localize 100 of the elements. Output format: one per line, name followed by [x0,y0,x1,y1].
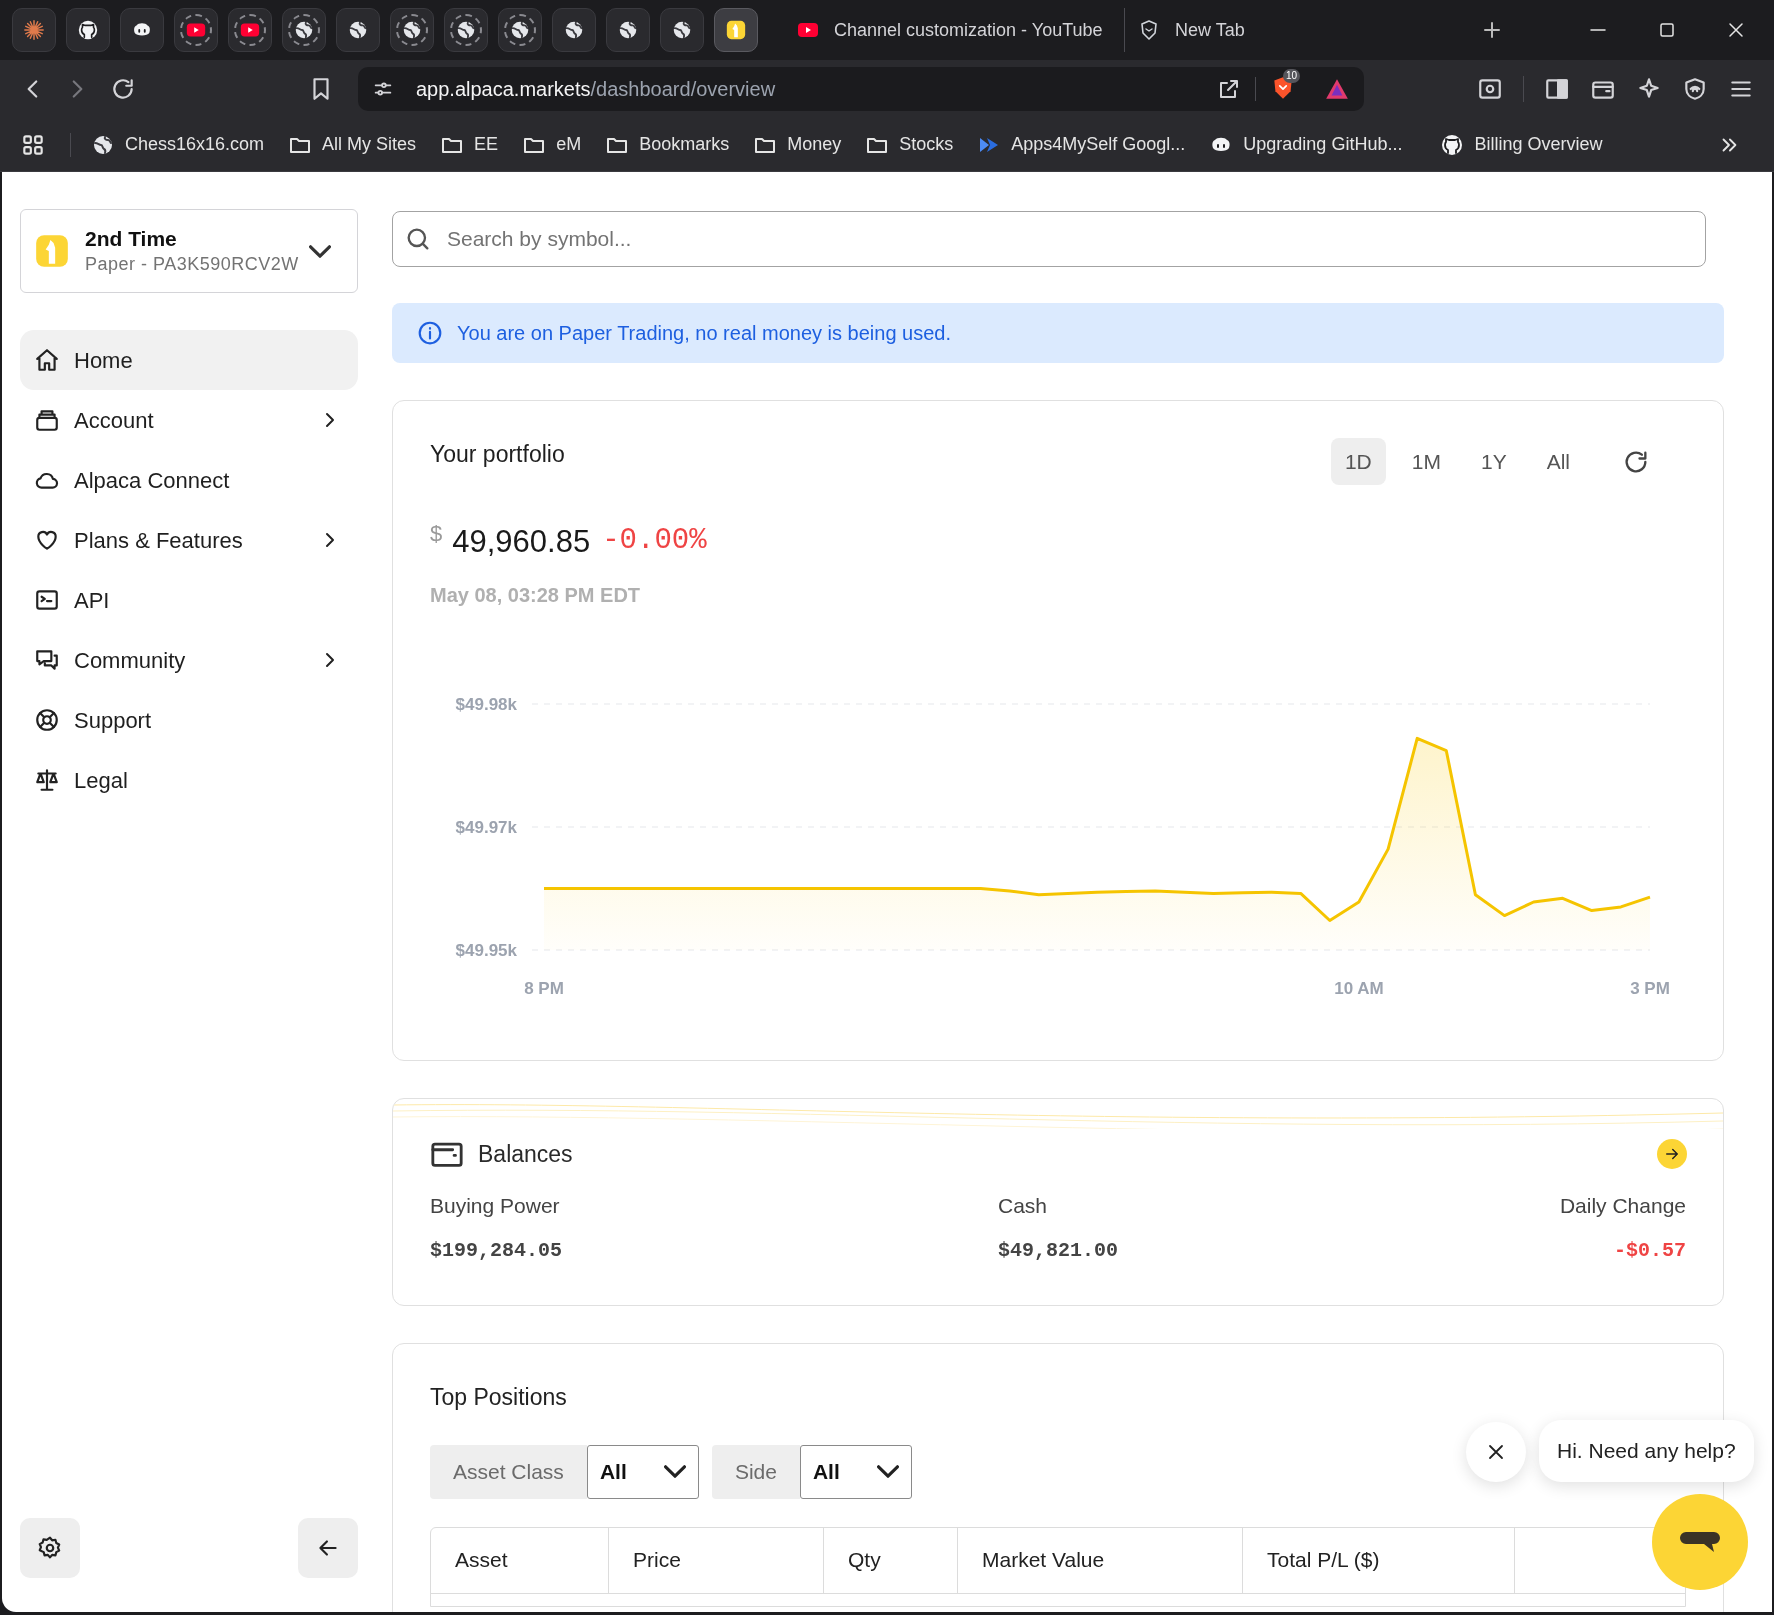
range-tab[interactable]: 1M [1397,438,1455,485]
nav-item[interactable]: Community [20,630,358,690]
chevron-down-icon [309,244,331,258]
alpaca-logo-icon [33,232,71,270]
account-id: Paper - PA3K590RCV2W [85,253,299,276]
balance-value: $199,284.05 [430,1238,564,1264]
bookmark[interactable]: All My Sites [288,131,417,158]
axis-label: 10 AM [1334,978,1384,998]
axis-label: $49.95k [455,940,517,960]
cat-icon [77,19,99,41]
pinned-tab[interactable] [120,8,164,52]
bookmark[interactable]: Apps4MySelf Googl... [977,131,1186,158]
filter-select[interactable]: All [586,1444,699,1499]
pinned-tab[interactable] [660,8,704,52]
pinned-tab[interactable] [390,8,434,52]
range-tab[interactable]: All [1532,438,1584,485]
pinned-tab[interactable] [714,8,758,52]
globe-icon [293,19,315,41]
globe-icon [347,19,369,41]
cat-icon [1440,132,1465,157]
globe-icon [617,19,639,41]
browser-tab[interactable]: New Tab [1124,8,1464,52]
pinned-tab[interactable] [498,8,542,52]
pinned-tab[interactable] [444,8,488,52]
nav-item[interactable]: Legal [20,750,358,810]
currency-symbol: $ [430,520,443,548]
url-text: app.alpaca.markets/dashboard/overview [416,77,776,102]
chat-message: Hi. Need any help? [1539,1420,1754,1482]
range-tab[interactable]: 1D [1330,438,1386,485]
pinned-tab[interactable] [282,8,326,52]
balance-label: Buying Power [430,1192,561,1219]
collapse-button[interactable] [298,1518,358,1578]
balance-value: $49,821.00 [998,1238,1120,1264]
settings-button[interactable] [20,1518,80,1578]
alpaca-icon [725,19,747,41]
reload-icon[interactable] [110,76,136,102]
notice-text: You are on Paper Trading, no real money is being used. [457,321,952,346]
info-icon [417,320,443,346]
bookmark[interactable]: Upgrading GitHub... [1209,131,1403,158]
account-switcher[interactable]: 2nd Time Paper - PA3K590RCV2W [20,209,358,293]
sidebar-icon[interactable] [1544,76,1570,102]
terminal-icon [34,587,60,613]
range-tab[interactable]: 1Y [1466,438,1521,485]
share-icon[interactable] [1217,77,1241,101]
bookmark[interactable]: Stocks [865,131,954,158]
nav-item[interactable]: Alpaca Connect [20,450,358,510]
pinned-tab[interactable] [336,8,380,52]
cards-icon [34,407,60,433]
column-header: Asset [431,1527,609,1594]
screenshot-icon[interactable] [1477,76,1503,102]
nav-item[interactable]: Home [20,330,358,390]
home-icon [34,347,60,373]
filter-select[interactable]: All [799,1444,912,1499]
nav-item[interactable]: Support [20,690,358,750]
pinned-tab[interactable] [12,8,56,52]
shield-icon[interactable] [1682,76,1708,102]
scales-icon [34,767,60,793]
column-header: Qty [824,1527,958,1594]
balance-value: -$0.57 [1614,1238,1686,1264]
filter-label: Side [711,1444,800,1499]
bookmark[interactable]: EE [440,131,499,158]
pinned-tab[interactable] [606,8,650,52]
column-header: Price [609,1527,824,1594]
bookmark[interactable]: eM [522,131,582,158]
globe-icon [563,19,585,41]
bookmark[interactable]: Chess16x16.com [91,131,265,158]
bookmark[interactable]: Bookmarks [605,131,730,158]
axis-label: 3 PM [1630,978,1670,998]
card-title: Your portfolio [430,440,565,469]
globe-icon [671,19,693,41]
portfolio-value: 49,960.85 [452,523,591,561]
nav-item[interactable]: Plans & Features [20,510,358,570]
address-bar[interactable]: app.alpaca.markets/dashboard/overview 10 [358,67,1364,111]
pinned-tab[interactable] [66,8,110,52]
browser-tab[interactable]: Channel customization - YouTube [784,8,1124,52]
percent-change: -0.00% [602,523,707,559]
balance-label: Cash [998,1192,1049,1219]
account-name: 2nd Time [85,226,178,252]
column-header: Total P/L ($) [1243,1527,1515,1594]
globe-icon [455,19,477,41]
bookmark[interactable]: Money [753,131,842,158]
burst-icon [23,19,45,41]
tab-title: Channel customization - YouTube [834,18,1103,42]
nav-item[interactable]: Account [20,390,358,450]
card-title: Top Positions [430,1383,568,1412]
bookmark[interactable]: Billing Overview [1440,131,1603,158]
settings-icon [37,1535,63,1561]
nav-item[interactable]: API [20,570,358,630]
open-balances-button[interactable] [1657,1139,1687,1170]
filter-label: Asset Class [430,1444,587,1499]
search-field[interactable]: Search by symbol... [392,211,1706,267]
chat-bubbles-icon [34,647,60,673]
pinned-tab[interactable] [552,8,596,52]
globe-icon [401,19,423,41]
globe-icon [509,19,531,41]
timestamp: May 08, 03:28 PM EDT [429,582,642,608]
axis-label: 8 PM [524,978,564,998]
axis-label: $49.98k [455,694,517,714]
chevron-down-icon [876,1465,899,1478]
tab-title: New Tab [1175,18,1245,42]
